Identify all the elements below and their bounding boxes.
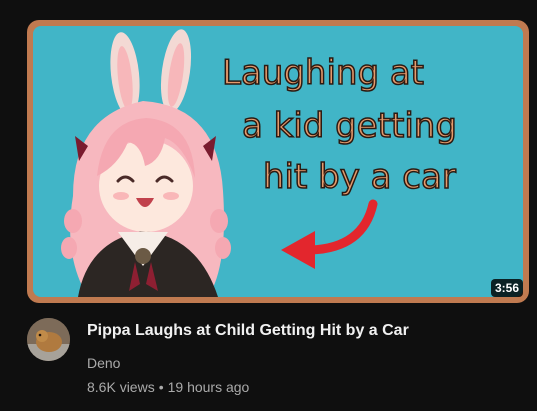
stats-separator: • — [158, 379, 164, 395]
red-arrow-icon — [281, 199, 378, 269]
video-stats: 8.6K views • 19 hours ago — [87, 377, 249, 397]
video-card[interactable]: Laughing at a kid getting hit by a car 3… — [0, 0, 537, 411]
character-illustration — [61, 29, 231, 297]
overlay-line-3: hit by a car — [263, 157, 456, 197]
channel-name[interactable]: Deno — [87, 353, 120, 373]
video-thumbnail[interactable]: Laughing at a kid getting hit by a car 3… — [27, 20, 529, 303]
thumbnail-background: Laughing at a kid getting hit by a car — [33, 26, 523, 297]
channel-avatar[interactable] — [27, 318, 70, 361]
thumbnail-art: Laughing at a kid getting hit by a car — [61, 29, 458, 297]
avatar-icon — [27, 318, 70, 361]
view-count: 8.6K views — [87, 379, 155, 395]
overlay-line-1: Laughing at — [222, 53, 424, 93]
overlay-line-2: a kid getting — [242, 106, 457, 146]
video-duration-badge: 3:56 — [490, 279, 523, 297]
video-metadata: Pippa Laughs at Child Getting Hit by a C… — [27, 318, 527, 408]
upload-age: 19 hours ago — [167, 379, 250, 395]
video-title[interactable]: Pippa Laughs at Child Getting Hit by a C… — [87, 320, 517, 342]
